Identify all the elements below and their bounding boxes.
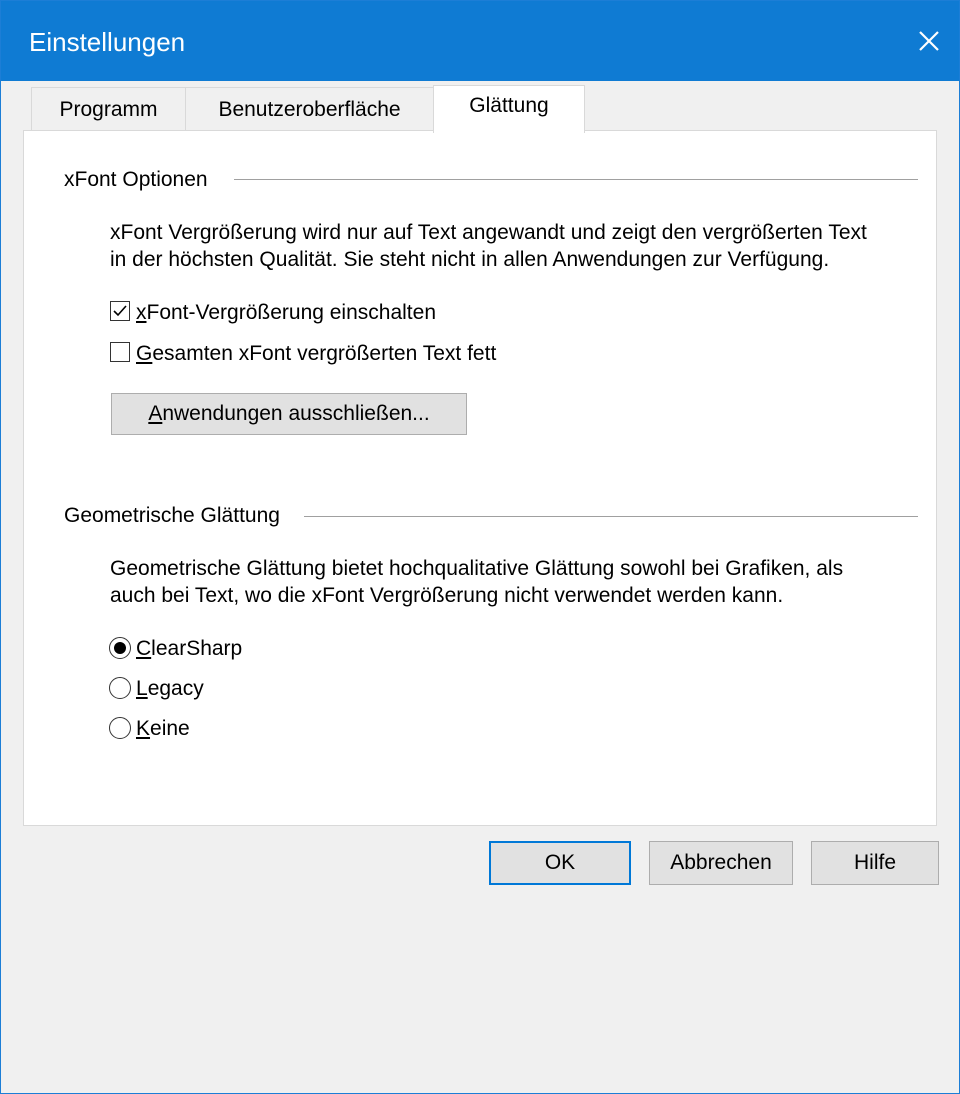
radio-selected-dot: [114, 642, 126, 654]
group-label-geometric: Geometrische Glättung: [64, 504, 294, 528]
close-button[interactable]: [899, 1, 959, 81]
help-button[interactable]: Hilfe: [811, 841, 939, 885]
tab-label: Programm: [59, 97, 158, 121]
title-bar[interactable]: Einstellungen: [1, 1, 959, 81]
tab-label: Glättung: [469, 93, 549, 117]
checkmark-icon: [113, 305, 127, 317]
ok-button[interactable]: OK: [489, 841, 631, 885]
mnemonic: L: [136, 677, 148, 700]
button-label: OK: [544, 851, 576, 874]
label-text: egacy: [147, 677, 204, 700]
geometric-description-line-2: auch bei Text, wo die xFont Vergrößerung…: [110, 584, 784, 607]
label-text: Font-Vergrößerung einschalten: [146, 301, 437, 324]
xfont-bold-label[interactable]: Gesamten xFont vergrößerten Text fett: [136, 342, 496, 366]
tab-glaettung[interactable]: Glättung: [433, 85, 585, 133]
group-divider: [234, 179, 918, 180]
geometric-description: Geometrische Glättung bietet hochqualita…: [110, 555, 843, 609]
xfont-enable-label[interactable]: xFont-Vergrößerung einschalten: [136, 301, 436, 325]
tab-panel-glaettung: xFont Optionen xFont Vergrößerung wird n…: [23, 130, 937, 826]
tab-label: Benutzeroberfläche: [218, 97, 401, 121]
window-title: Einstellungen: [29, 27, 186, 57]
label-text: esamten xFont vergrößerten Text fett: [152, 342, 497, 365]
label-text: learSharp: [151, 637, 243, 660]
mnemonic: x: [136, 301, 147, 324]
settings-dialog: Einstellungen Programm Benutzeroberfläch…: [0, 0, 960, 1094]
xfont-description: xFont Vergrößerung wird nur auf Text ang…: [110, 219, 867, 273]
tab-programm[interactable]: Programm: [31, 87, 186, 131]
mnemonic: C: [136, 637, 152, 660]
tab-benutzeroberflaeche[interactable]: Benutzeroberfläche: [185, 87, 434, 131]
radio-label-keine[interactable]: Keine: [136, 717, 190, 741]
button-label: nwendungen ausschließen...: [162, 402, 430, 425]
xfont-bold-checkbox[interactable]: [110, 342, 130, 362]
button-label: Hilfe: [853, 851, 896, 874]
mnemonic: G: [136, 342, 153, 365]
radio-legacy[interactable]: [109, 677, 131, 699]
group-label-xfont: xFont Optionen: [64, 168, 222, 192]
radio-label-clearsharp[interactable]: ClearSharp: [136, 637, 242, 661]
mnemonic: A: [148, 402, 163, 425]
radio-keine[interactable]: [109, 717, 131, 739]
cancel-button[interactable]: Abbrechen: [649, 841, 793, 885]
mnemonic: K: [136, 717, 151, 740]
radio-label-legacy[interactable]: Legacy: [136, 677, 204, 701]
close-icon: [919, 31, 939, 51]
geometric-description-line-1: Geometrische Glättung bietet hochqualita…: [110, 557, 844, 580]
xfont-description-line-2: in der höchsten Qualität. Sie steht nich…: [110, 248, 830, 271]
xfont-enable-checkbox[interactable]: [110, 301, 130, 321]
exclude-applications-button[interactable]: Anwendungen ausschließen...: [111, 393, 467, 435]
group-divider: [304, 516, 918, 517]
button-label: Abbrechen: [670, 851, 772, 874]
xfont-description-line-1: xFont Vergrößerung wird nur auf Text ang…: [110, 221, 867, 244]
radio-clearsharp[interactable]: [109, 637, 131, 659]
label-text: eine: [150, 717, 190, 740]
